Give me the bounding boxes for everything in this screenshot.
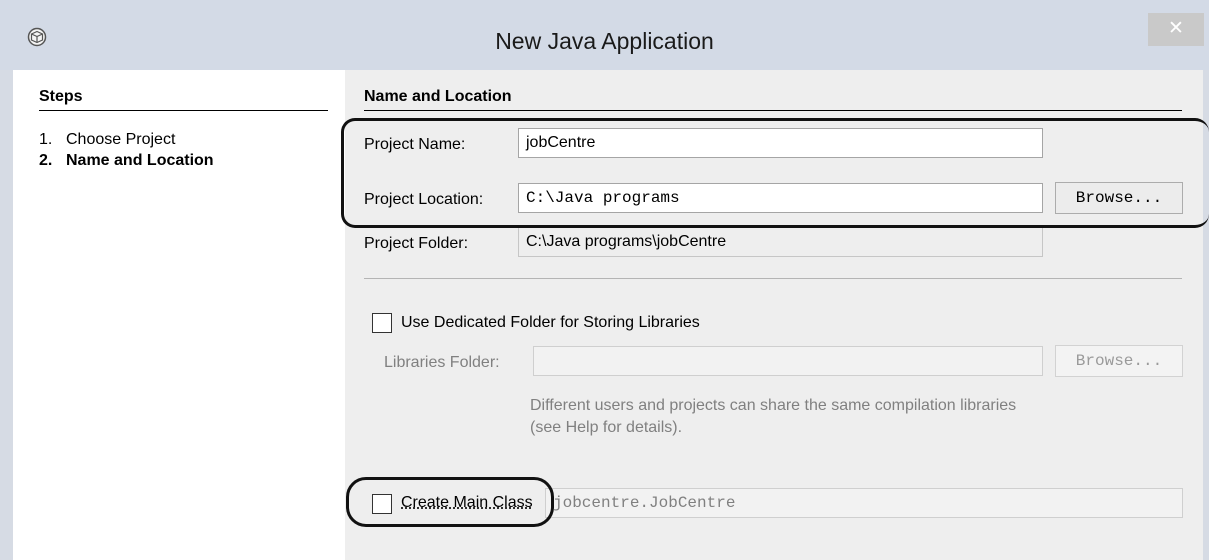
step-number: 1.	[39, 131, 53, 148]
step-item-name-location: 2. Name and Location	[39, 152, 214, 170]
libraries-folder-browse-button[interactable]: Browse...	[1055, 345, 1183, 377]
annotation-outline-main-class	[346, 477, 554, 527]
step-number: 2.	[39, 152, 53, 169]
dedicated-folder-checkbox[interactable]	[372, 313, 392, 333]
window-title: New Java Application	[495, 28, 714, 54]
libraries-folder-input[interactable]	[533, 346, 1043, 376]
separator	[364, 278, 1182, 279]
section-heading: Name and Location	[364, 88, 512, 105]
project-folder-label: Project Folder:	[364, 235, 469, 252]
close-button[interactable]: ✕	[1148, 13, 1204, 46]
steps-pane: Steps 1. Choose Project 2. Name and Locati…	[13, 70, 345, 560]
step-label: Choose Project	[66, 131, 176, 148]
libraries-folder-label: Libraries Folder:	[384, 354, 500, 371]
dialog-window: New Java Application ✕ Steps 1. Choose Pr…	[0, 0, 1209, 560]
title-bar[interactable]: New Java Application ✕	[0, 0, 1209, 70]
annotation-outline-name-location	[341, 118, 1209, 228]
project-folder-field: C:\Java programs\jobCentre	[518, 227, 1043, 257]
main-class-input[interactable]: jobcentre.JobCentre	[545, 488, 1183, 518]
steps-heading: Steps	[39, 88, 83, 105]
steps-divider	[39, 110, 328, 111]
dedicated-folder-label[interactable]: Use Dedicated Folder for Storing Librari…	[401, 314, 700, 332]
step-label: Name and Location	[66, 152, 214, 169]
libraries-help-text: Different users and projects can share t…	[530, 397, 1017, 436]
section-divider	[364, 110, 1182, 111]
step-item-choose-project: 1. Choose Project	[39, 131, 175, 149]
